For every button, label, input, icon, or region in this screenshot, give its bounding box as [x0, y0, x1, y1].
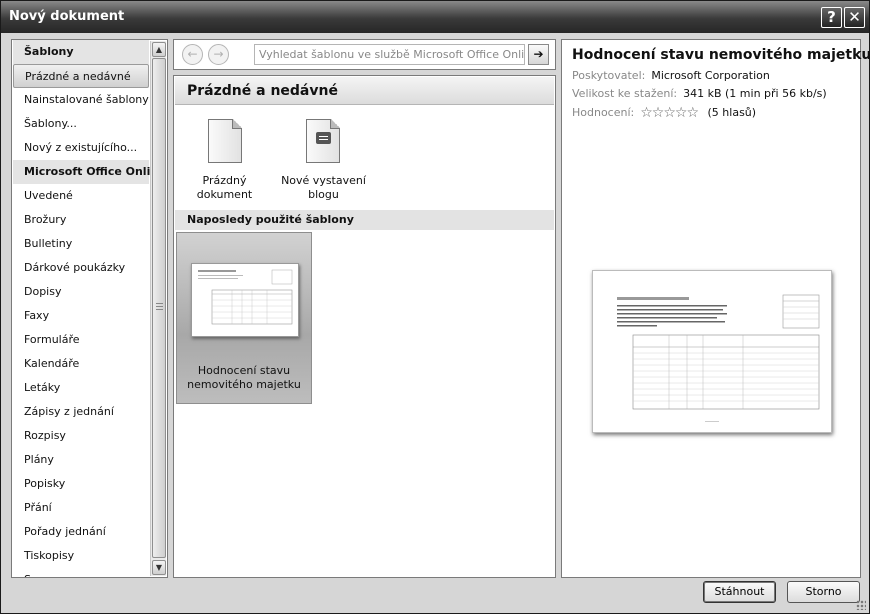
page-fold	[232, 119, 242, 129]
category-item[interactable]: Prázdné a nedávné	[13, 64, 149, 88]
size-label: Velikost ke stažení:	[572, 87, 678, 100]
search-go-button[interactable]: ➔	[528, 44, 549, 65]
category-item[interactable]: Seznamy	[13, 568, 149, 577]
recent-label-line: Hodnocení stavu	[197, 364, 291, 377]
category-header: Šablony	[13, 40, 149, 64]
template-label-line: blogu	[308, 188, 339, 201]
template-label-line: Nové vystavení	[281, 174, 366, 187]
category-item[interactable]: Dárkové poukázky	[13, 256, 149, 280]
template-label: Nové vystavení blogu	[276, 174, 371, 202]
speech-bubble-icon	[316, 132, 331, 144]
category-item[interactable]: Tiskopisy	[13, 544, 149, 568]
back-arrow-icon[interactable]: ←	[182, 44, 203, 65]
rating-label: Hodnocení:	[572, 106, 635, 119]
rating-row: Hodnocení: ☆☆☆☆☆ (5 hlasů)	[572, 105, 756, 121]
preview-graphic	[617, 294, 820, 422]
section-title: Prázdné a nedávné	[175, 77, 554, 105]
category-item[interactable]: Brožury	[13, 208, 149, 232]
category-item[interactable]: Nový z existujícího...	[13, 136, 149, 160]
category-panel: Šablony Prázdné a nedávné Nainstalované ša…	[11, 39, 168, 578]
help-button[interactable]: ?	[821, 7, 842, 28]
provider-label: Poskytovatel:	[572, 69, 646, 82]
rating-votes: (5 hlasů)	[707, 106, 757, 119]
provider-row: Poskytovatel: Microsoft Corporation	[572, 69, 770, 82]
page-fold	[330, 119, 340, 129]
template-preview	[592, 270, 832, 433]
category-item[interactable]: Pořady jednání	[13, 520, 149, 544]
search-bar: ← → ➔	[173, 39, 556, 70]
title-bar[interactable]: Nový dokument ? ✕	[1, 1, 869, 33]
recent-templates-heading: Naposledy použité šablony	[175, 210, 554, 230]
category-item[interactable]: Formuláře	[13, 328, 149, 352]
category-item[interactable]: Faxy	[13, 304, 149, 328]
bubble-lines	[319, 136, 328, 137]
recent-template-tile[interactable]: Hodnocení stavu nemovitého majetku	[176, 232, 312, 404]
category-scrollbar[interactable]: ▲ ▼	[150, 41, 166, 576]
grip-line	[156, 303, 163, 304]
templates-panel: Prázdné a nedávné Prázdný dokument Nové …	[173, 75, 556, 578]
category-item[interactable]: Zápisy z jednání	[13, 400, 149, 424]
category-item[interactable]: Rozpisy	[13, 424, 149, 448]
template-label-line: Prázdný	[202, 174, 247, 187]
recent-label-line: nemovitého majetku	[187, 378, 301, 391]
template-label-line: dokument	[196, 188, 253, 201]
template-thumbnail	[191, 263, 299, 337]
category-item[interactable]: Plány	[13, 448, 149, 472]
provider-value: Microsoft Corporation	[651, 69, 770, 82]
scroll-up-icon[interactable]: ▲	[152, 42, 166, 57]
cancel-button[interactable]: Storno	[787, 581, 860, 603]
download-button[interactable]: Stáhnout	[703, 581, 776, 603]
details-panel: Hodnocení stavu nemovitého majetku Posky…	[561, 39, 870, 578]
category-header: Microsoft Office Online	[13, 160, 166, 184]
dialog-title: Nový dokument	[9, 9, 125, 24]
scroll-down-icon[interactable]: ▼	[152, 560, 166, 575]
template-label: Prázdný dokument	[182, 174, 267, 202]
category-item[interactable]: Dopisy	[13, 280, 149, 304]
blank-document-icon	[208, 119, 242, 163]
category-item[interactable]: Popisky	[13, 472, 149, 496]
thumbnail-graphic	[198, 269, 293, 325]
scroll-thumb[interactable]	[152, 58, 166, 558]
recent-template-label: Hodnocení stavu nemovitého majetku	[177, 364, 311, 392]
template-search-input[interactable]	[254, 44, 525, 65]
category-item[interactable]: Uvedené	[13, 184, 149, 208]
category-item[interactable]: Letáky	[13, 376, 149, 400]
size-row: Velikost ke stažení: 341 kB (1 min při 56…	[572, 87, 827, 100]
grip-line	[156, 309, 163, 310]
grip-line	[156, 306, 163, 307]
blank-document-template[interactable]: Prázdný dokument	[182, 116, 267, 204]
new-document-dialog: Nový dokument ? ✕ Šablony Prázdné a nedáv…	[0, 0, 870, 614]
category-item[interactable]: Kalendáře	[13, 352, 149, 376]
forward-arrow-icon[interactable]: →	[208, 44, 229, 65]
category-item[interactable]: Bulletiny	[13, 232, 149, 256]
category-item[interactable]: Přání	[13, 496, 149, 520]
template-title: Hodnocení stavu nemovitého majetku	[572, 47, 870, 63]
blog-post-template[interactable]: Nové vystavení blogu	[276, 116, 371, 204]
star-rating-icon[interactable]: ☆☆☆☆☆	[640, 105, 699, 121]
resize-grip-icon[interactable]	[856, 600, 866, 610]
size-value: 341 kB (1 min při 56 kb/s)	[683, 87, 827, 100]
category-item[interactable]: Šablony...	[13, 112, 149, 136]
blog-post-icon	[306, 119, 340, 163]
category-item[interactable]: Nainstalované šablony	[13, 88, 149, 112]
close-button[interactable]: ✕	[844, 7, 865, 28]
